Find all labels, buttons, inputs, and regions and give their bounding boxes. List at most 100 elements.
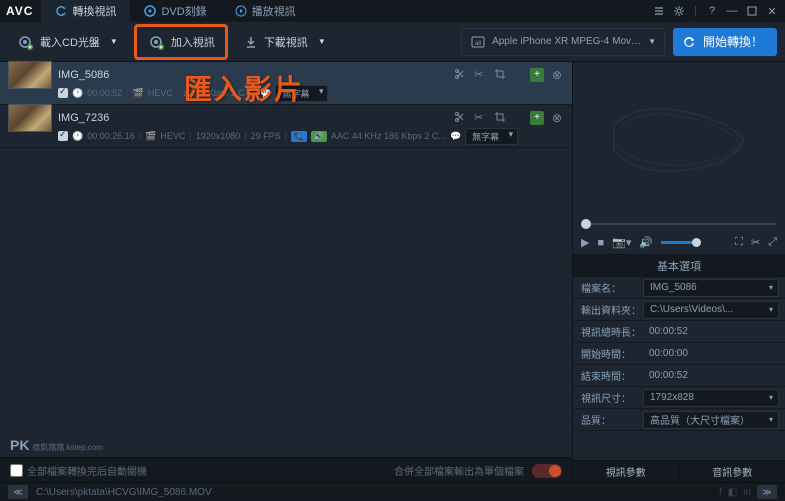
shutdown-label: 全部檔案轉換完后自動關機 xyxy=(27,463,147,478)
camera-button[interactable]: 📷▾ xyxy=(612,236,631,249)
format-icon: all xyxy=(470,34,486,50)
caret-down-icon: ▼ xyxy=(648,37,656,46)
volume-slider[interactable] xyxy=(661,241,701,244)
file-list-panel: 匯入影片 IMG_5086 ✂ + ⊗ 🕐 00:00:52 | xyxy=(0,62,572,482)
prev-button[interactable]: ≪ xyxy=(8,485,28,499)
opt-label: 視訊總時長： xyxy=(573,324,643,339)
refresh-icon xyxy=(55,5,67,17)
cut-icon[interactable] xyxy=(454,111,468,125)
video-params-tab[interactable]: 視訊參數 xyxy=(573,460,680,482)
film-placeholder-icon xyxy=(604,95,754,185)
file-item[interactable]: IMG_5086 ✂ + ⊗ 🕐 00:00:52 | 🎬 HEVC | z xyxy=(0,62,572,105)
opt-value: 00:00:52 xyxy=(643,326,785,337)
outdir-input[interactable]: C:\Users\Videos\... xyxy=(643,301,779,319)
opt-value: 00:00:00 xyxy=(643,348,785,359)
expand-icon[interactable]: ⤢ xyxy=(768,236,777,249)
download-icon xyxy=(244,35,258,49)
crop-icon[interactable] xyxy=(494,68,508,82)
film-icon: 🎬 xyxy=(145,131,156,142)
chat-icon: 💬 xyxy=(260,88,271,99)
shutdown-checkbox[interactable] xyxy=(10,464,23,477)
thumbnail[interactable] xyxy=(8,104,52,132)
caret-down-icon: ▼ xyxy=(110,37,118,46)
duration: 00:00:26.16 xyxy=(87,131,135,141)
file-name: IMG_5086 xyxy=(58,69,454,81)
resolution: 1920x1080 xyxy=(196,131,241,141)
disc-icon xyxy=(144,5,156,17)
remove-icon[interactable]: ⊗ xyxy=(550,111,564,125)
add-video-button[interactable]: 加入視訊 xyxy=(139,29,223,55)
opt-label: 檔案名： xyxy=(573,280,643,295)
size-select[interactable]: 1792x828 xyxy=(643,389,779,407)
fps: 29 FPS xyxy=(251,131,281,141)
download-button[interactable]: 下載視訊 ▼ xyxy=(236,29,334,55)
file-name: IMG_7236 xyxy=(58,112,454,124)
watermark: PK 痞凱踏踏 kstep.com xyxy=(0,433,572,458)
social-icon[interactable]: in xyxy=(743,487,751,498)
volume-icon[interactable]: 🔊 xyxy=(639,236,653,249)
next-button[interactable]: ≫ xyxy=(757,485,777,499)
tab-play[interactable]: 播放視訊 xyxy=(221,0,310,22)
svg-text:all: all xyxy=(475,41,481,47)
toolbar: 載入CD光盤 ▼ 加入視訊 下載視訊 ▼ all Apple iPhone XR… xyxy=(0,22,785,62)
phone-icon: 📞 xyxy=(291,131,307,142)
refresh-icon xyxy=(681,34,697,50)
opt-label: 結束時間： xyxy=(573,368,643,383)
crop-icon[interactable] xyxy=(494,111,508,125)
social-icon[interactable]: f xyxy=(719,487,722,498)
checkbox[interactable] xyxy=(58,88,68,98)
stop-button[interactable]: ■ xyxy=(597,237,604,249)
merge-toggle[interactable] xyxy=(532,464,562,478)
playback-controls: ▶ ■ 📷▾ 🔊 ⛶ ✂ ⤢ xyxy=(573,231,785,255)
filename-input[interactable]: IMG_5086 xyxy=(643,279,779,297)
audio-info: AAC 44 KHz 186 Kbps 2 C... xyxy=(331,131,446,141)
chat-icon: 💬 xyxy=(450,131,461,142)
scissors-icon[interactable]: ✂ xyxy=(474,68,488,82)
help-icon[interactable]: ? xyxy=(705,4,719,18)
fullscreen-icon[interactable]: ⛶ xyxy=(735,236,743,249)
caret-down-icon: ▼ xyxy=(318,37,326,46)
preview-panel: ▶ ■ 📷▾ 🔊 ⛶ ✂ ⤢ 基本選項 檔案名：IMG_5086 輸出資料夾：C… xyxy=(572,62,785,482)
thumbnail[interactable] xyxy=(8,61,52,89)
timeline-handle[interactable] xyxy=(581,219,591,229)
subtitle-select[interactable]: 無字幕 xyxy=(275,85,328,102)
opt-label: 視訊尺寸： xyxy=(573,390,643,405)
clock-icon: 🕐 xyxy=(72,88,83,99)
social-icon[interactable]: ◧ xyxy=(728,487,737,498)
merge-label: 合併全部檔案輸出為單個檔案 xyxy=(394,463,524,478)
checkbox[interactable] xyxy=(58,131,68,141)
subtitle-select[interactable]: 無字幕 xyxy=(465,128,518,145)
file-item[interactable]: IMG_7236 ✂ + ⊗ 🕐 00:00:26.16 | 🎬 HEVC | xyxy=(0,105,572,148)
scissors-icon[interactable]: ✂ xyxy=(474,111,488,125)
add-icon[interactable]: + xyxy=(530,68,544,82)
gear-plus-icon xyxy=(16,33,34,51)
close-icon[interactable]: ✕ xyxy=(765,4,779,18)
play-button[interactable]: ▶ xyxy=(581,236,589,249)
preview-area xyxy=(573,62,785,217)
gear-icon[interactable] xyxy=(672,4,686,18)
tab-convert[interactable]: 轉換視訊 xyxy=(41,0,130,22)
timeline[interactable] xyxy=(573,217,785,231)
quality-select[interactable]: 高品質（大尺寸檔案） xyxy=(643,411,779,429)
output-profile-select[interactable]: all Apple iPhone XR MPEG-4 Movie (*.m...… xyxy=(461,28,665,56)
minimize-icon[interactable]: — xyxy=(725,4,739,18)
window-controls: | ? — ✕ xyxy=(652,4,779,18)
file-path: C:\Users\pktata\HCVG\IMG_5086.MOV xyxy=(36,487,212,498)
convert-button[interactable]: 開始轉換！ xyxy=(673,28,777,56)
tab-dvd[interactable]: DVD刻錄 xyxy=(130,0,220,22)
opt-label: 品質： xyxy=(573,412,643,427)
opt-label: 輸出資料夾： xyxy=(573,302,643,317)
merge-bar: 全部檔案轉換完后自動關機 合併全部檔案輸出為單個檔案 xyxy=(0,458,572,482)
maximize-icon[interactable] xyxy=(745,4,759,18)
app-logo: AVC xyxy=(6,4,33,18)
add-icon[interactable]: + xyxy=(530,111,544,125)
load-cd-button[interactable]: 載入CD光盤 ▼ xyxy=(8,29,126,55)
list-icon[interactable] xyxy=(652,4,666,18)
film-icon: 🎬 xyxy=(133,88,144,99)
opt-value: 00:00:52 xyxy=(643,370,785,381)
audio-params-tab[interactable]: 音訊參數 xyxy=(680,460,785,482)
cut-icon[interactable]: ✂ xyxy=(751,236,760,249)
remove-icon[interactable]: ⊗ xyxy=(550,68,564,82)
cut-icon[interactable] xyxy=(454,68,468,82)
play-icon xyxy=(235,5,247,17)
